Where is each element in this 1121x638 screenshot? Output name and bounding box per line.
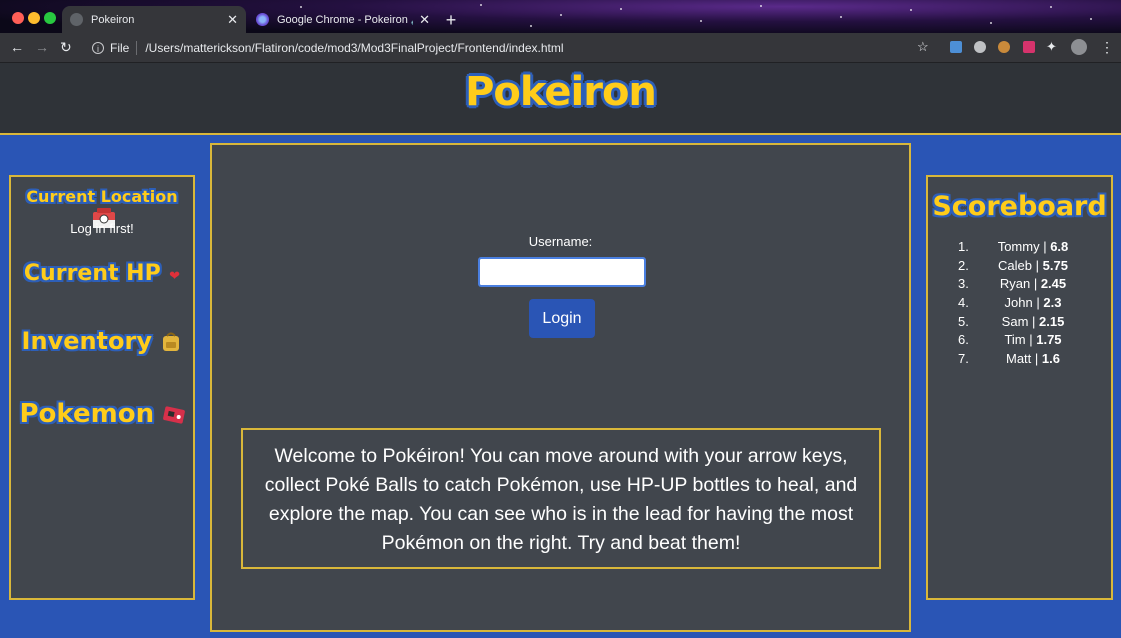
welcome-message: Welcome to Pokéiron! You can move around… [241,428,881,569]
scoreboard-panel: Scoreboard 1. Tommy | 6.8 2. Caleb | 5.75 … [926,175,1113,600]
browser-tab-bar: Pokeiron ✕ Google Chrome - Pokeiron 🔊 ✕ … [0,0,1121,33]
page-favicon-icon [70,13,83,26]
browser-tab-active[interactable]: Pokeiron ✕ [62,6,246,33]
site-logo: Pokeiron [465,69,657,115]
player-score: 6.8 [1050,239,1069,254]
player-score: 2.3 [1043,295,1062,311]
username-label: Username: [528,234,593,249]
info-icon[interactable]: i [92,41,104,54]
player-name: Matt [1006,351,1032,367]
close-tab-icon[interactable]: ✕ [419,12,430,28]
browser-toolbar: ← → ↻ i File /Users/matterickson/Flatiro… [0,33,1121,63]
player-status-panel: Current Location Log in first! Current H… [9,175,195,600]
profile-avatar[interactable] [1071,39,1087,55]
list-item: 5. Sam | 2.15 [948,313,1098,332]
extension-icon[interactable] [1023,41,1035,53]
list-item: 1. Tommy | 6.8 [948,238,1098,257]
player-name: Caleb [998,257,1033,273]
player-name: Sam [1001,313,1029,329]
inventory-section: Inventory [11,327,193,358]
new-tab-button[interactable]: + [441,10,461,30]
puzzle-icon[interactable]: ✦ [1046,39,1057,55]
inventory-title: Inventory [21,327,152,355]
scoreboard-list: 1. Tommy | 6.8 2. Caleb | 5.75 3. Ryan | 2.… [948,238,1098,369]
pokemon-title: Pokemon [19,399,155,429]
player-name: Tommy [997,239,1040,254]
player-score: 2.45 [1040,276,1067,292]
gear-icon[interactable] [974,41,986,53]
page-content: Pokeiron Current Location Log in first! … [0,63,1121,638]
close-window-button[interactable] [12,12,24,24]
username-input[interactable] [478,257,646,287]
cookie-icon[interactable] [998,41,1010,53]
pokedex-icon [162,406,185,429]
player-score: 1.6 [1041,351,1060,367]
forward-icon[interactable]: → [35,39,49,55]
scoreboard-title: Scoreboard [932,191,1107,222]
maximize-window-button[interactable] [44,12,56,24]
player-name: Tim [1004,332,1026,348]
star-icon[interactable]: ☆ [917,39,929,55]
close-tab-icon[interactable]: ✕ [227,12,238,28]
url-path: /Users/matterickson/Flatiron/code/mod3/M… [145,40,564,55]
list-item: 2. Caleb | 5.75 [948,257,1098,276]
current-hp-title: Current HP [23,261,161,286]
player-score: 1.75 [1036,332,1062,348]
player-name: Ryan [999,276,1031,292]
browser-tab[interactable]: Google Chrome - Pokeiron 🔊 ✕ [248,6,438,33]
heart-icon: ❤ [169,267,181,283]
list-item: 4. John | 2.3 [948,294,1098,313]
login-button[interactable]: Login [529,299,595,338]
tab-title: Pokeiron [91,13,135,26]
url-separator [136,40,138,55]
current-hp-section: Current HP ❤ [11,261,193,286]
menu-icon[interactable]: ⋮ [1100,39,1114,55]
current-location-title: Current Location [26,187,178,206]
address-bar[interactable]: i File /Users/matterickson/Flatiron/code… [86,36,906,59]
location-message: Log in first! [70,221,134,236]
back-icon[interactable]: ← [10,39,24,55]
chrome-favicon-icon [256,13,269,26]
pokemon-section: Pokemon [11,399,193,429]
backpack-icon [160,331,182,358]
player-score: 5.75 [1042,257,1068,273]
list-item: 6. Tim | 1.75 [948,331,1098,350]
extension-icon[interactable] [950,41,962,53]
list-item: 3. Ryan | 2.45 [948,275,1098,294]
list-item: 7. Matt | 1.6 [948,350,1098,369]
player-name: John [1004,295,1033,311]
tab-title: Google Chrome - Pokeiron 🔊 [277,14,414,26]
game-panel: Username: Login Welcome to Pokéiron! You… [210,143,911,632]
url-scheme: File [110,40,130,55]
site-header: Pokeiron [0,63,1121,135]
player-score: 2.15 [1039,313,1065,329]
reload-icon[interactable]: ↻ [60,39,72,55]
minimize-window-button[interactable] [28,12,40,24]
